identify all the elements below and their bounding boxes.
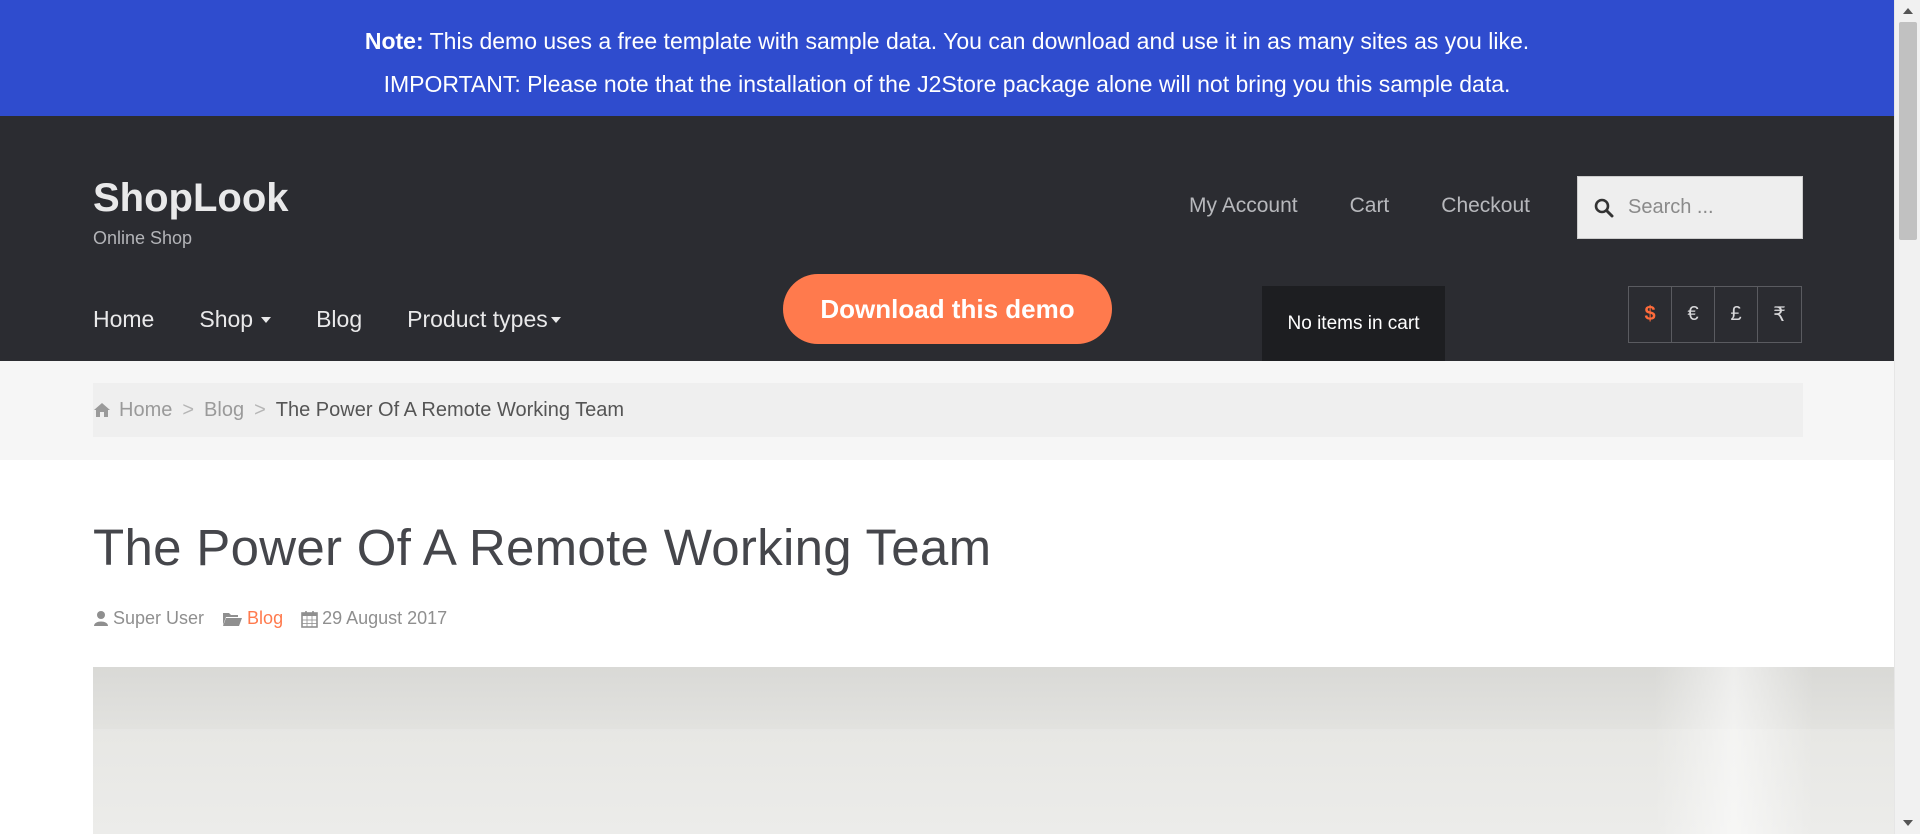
site-header: ShopLook Online Shop My Account Cart Che… — [0, 116, 1894, 361]
meta-category-link[interactable]: Blog — [247, 608, 283, 629]
download-demo-button[interactable]: Download this demo — [783, 274, 1112, 344]
search-box[interactable] — [1577, 176, 1803, 239]
article: The Power Of A Remote Working Team Super… — [0, 460, 1894, 834]
hero-light-glow — [1654, 667, 1814, 834]
article-title: The Power Of A Remote Working Team — [93, 519, 992, 576]
top-links: My Account Cart Checkout — [1189, 191, 1530, 221]
mini-cart[interactable]: No items in cart — [1262, 286, 1445, 361]
nav-blog[interactable]: Blog — [316, 306, 362, 333]
search-icon — [1594, 198, 1614, 217]
article-hero-image — [93, 667, 1894, 834]
chevron-down-icon — [550, 316, 561, 323]
hero-ceiling-shade — [93, 667, 1894, 729]
article-meta: Super User Blog 29 August 2017 — [93, 608, 465, 629]
breadcrumb-section: Home > Blog > The Power Of A Remote Work… — [0, 361, 1894, 460]
currency-eur-button[interactable]: € — [1672, 287, 1715, 342]
site-logo-name[interactable]: ShopLook — [93, 174, 289, 222]
page-viewport: Note: This demo uses a free template wit… — [0, 0, 1894, 834]
nav-home-label: Home — [93, 306, 155, 332]
notice-line-1-text: This demo uses a free template with samp… — [423, 28, 1530, 54]
breadcrumb: Home > Blog > The Power Of A Remote Work… — [93, 383, 1803, 437]
brand[interactable]: ShopLook Online Shop — [93, 174, 289, 249]
demo-notice-banner: Note: This demo uses a free template wit… — [0, 0, 1894, 116]
scroll-up-arrow-icon[interactable] — [1895, 0, 1920, 22]
nav-product-types-label: Product types — [407, 306, 548, 332]
meta-date-text: 29 August 2017 — [322, 608, 448, 628]
currency-usd-button[interactable]: $ — [1629, 287, 1672, 342]
scrollbar-thumb[interactable] — [1899, 22, 1917, 240]
breadcrumb-current: The Power Of A Remote Working Team — [275, 398, 625, 421]
breadcrumb-separator: > — [182, 398, 195, 421]
page-scrollbar[interactable] — [1894, 0, 1920, 834]
home-icon — [94, 403, 110, 417]
currency-switcher: $ € £ ₹ — [1628, 286, 1802, 343]
nav-shop-label: Shop — [199, 306, 254, 332]
nav-home[interactable]: Home — [93, 306, 154, 333]
chevron-down-icon — [261, 316, 272, 323]
cart-link[interactable]: Cart — [1350, 191, 1390, 221]
scroll-down-arrow-icon[interactable] — [1895, 812, 1920, 834]
site-tagline: Online Shop — [93, 228, 193, 248]
checkout-link[interactable]: Checkout — [1441, 191, 1530, 221]
folder-open-icon — [223, 612, 243, 626]
meta-author: Super User — [93, 608, 204, 629]
user-icon — [94, 611, 108, 626]
currency-inr-button[interactable]: ₹ — [1758, 287, 1801, 342]
breadcrumb-blog[interactable]: Blog — [204, 399, 244, 422]
notice-line-1: Note: This demo uses a free template wit… — [0, 20, 1894, 63]
calendar-icon — [301, 610, 318, 628]
meta-category: Blog — [222, 608, 283, 629]
meta-date: 29 August 2017 — [301, 608, 447, 629]
currency-gbp-button[interactable]: £ — [1715, 287, 1758, 342]
nav-blog-label: Blog — [316, 306, 363, 332]
search-input[interactable] — [1628, 196, 1788, 219]
nav-product-types[interactable]: Product types — [407, 306, 561, 333]
notice-note-label: Note: — [364, 28, 424, 54]
main-nav: Home Shop Blog Product types — [93, 306, 561, 333]
meta-author-name: Super User — [113, 608, 205, 628]
notice-line-2: IMPORTANT: Please note that the installa… — [383, 71, 1511, 97]
my-account-link[interactable]: My Account — [1189, 191, 1298, 221]
nav-shop[interactable]: Shop — [199, 306, 272, 333]
breadcrumb-home[interactable]: Home — [119, 399, 172, 422]
breadcrumb-separator: > — [254, 398, 266, 421]
